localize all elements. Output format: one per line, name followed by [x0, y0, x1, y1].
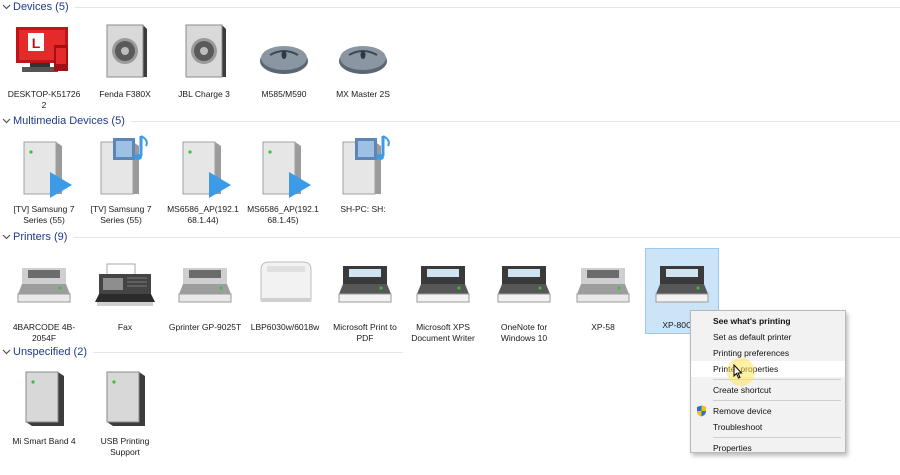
device-fenda[interactable]: Fenda F380X [88, 19, 162, 100]
printer-context-menu: See what's printing Set as default print… [690, 310, 846, 453]
printer-4barcode[interactable]: 4BARCODE 4B-2054F [7, 252, 81, 343]
unspecified-group-title: Unspecified (2) [13, 346, 87, 358]
device-label: SH-PC: SH: [340, 204, 386, 214]
devices-group-header[interactable]: Devices (5) [0, 0, 900, 15]
device-desktop[interactable]: L DESKTOP-K51726 2 [7, 19, 81, 110]
multimedia-group-header[interactable]: Multimedia Devices (5) [0, 113, 900, 129]
printer-icon [492, 252, 556, 316]
device-label: [TV] Samsung 7 Series (55) [13, 204, 75, 225]
device-label: M585/M590 [261, 89, 307, 99]
devices-group-title: Devices (5) [13, 1, 69, 13]
menu-remove-device-label: Remove device [713, 406, 772, 416]
divider [73, 236, 900, 238]
device-label: USB Printing Support [100, 436, 150, 457]
printer-icon [173, 252, 237, 316]
device-label: XP-58 [591, 322, 615, 332]
menu-separator [713, 400, 841, 401]
menu-see-whats-printing[interactable]: See what's printing [691, 313, 845, 329]
menu-printer-properties[interactable]: Printer properties [691, 361, 845, 377]
printer-onenote[interactable]: OneNote for Windows 10 [487, 252, 561, 343]
media-server-icon [12, 134, 76, 198]
media-device-ms6586-45[interactable]: MS6586_AP(192.168.1.45) [246, 134, 320, 225]
media-server-icon [251, 134, 315, 198]
svg-text:L: L [32, 35, 41, 51]
printer-icon [333, 252, 397, 316]
printers-group-title: Printers (9) [13, 231, 68, 243]
chevron-down-icon[interactable] [0, 231, 12, 243]
printer-gprinter[interactable]: Gprinter GP-9025T [168, 252, 242, 333]
device-label: LBP6030w/6018w [250, 322, 320, 332]
printer-ms-xps[interactable]: Microsoft XPS Document Writer [406, 252, 480, 343]
media-renderer-icon [89, 134, 153, 198]
chevron-down-icon[interactable] [0, 115, 12, 127]
mouse-pointer-highlight [727, 358, 755, 386]
device-label: Fax [117, 322, 133, 332]
mouse-icon [252, 19, 316, 83]
multimedia-group-title: Multimedia Devices (5) [13, 115, 125, 127]
device-label: JBL Charge 3 [178, 89, 230, 99]
device-label: MS6586_AP(192.168.1.44) [167, 204, 239, 225]
menu-printing-preferences[interactable]: Printing preferences [691, 345, 845, 361]
printer-icon [12, 252, 76, 316]
media-server-icon [171, 134, 235, 198]
device-label: OneNote for Windows 10 [500, 322, 548, 343]
media-device-samsung-tv-2[interactable]: [TV] Samsung 7 Series (55) [84, 134, 158, 225]
device-label: Gprinter GP-9025T [168, 322, 242, 332]
device-jbl[interactable]: JBL Charge 3 [167, 19, 241, 100]
media-renderer-icon [331, 134, 395, 198]
speaker-icon [172, 19, 236, 83]
menu-remove-device[interactable]: Remove device [691, 403, 845, 419]
menu-separator [713, 437, 841, 438]
menu-properties[interactable]: Properties [691, 440, 845, 456]
device-tower-icon [93, 366, 157, 430]
printer-icon [571, 252, 635, 316]
device-m585[interactable]: M585/M590 [247, 19, 321, 100]
device-label: Mi Smart Band 4 [12, 436, 76, 446]
device-label: Fenda F380X [99, 89, 151, 99]
media-device-samsung-tv-1[interactable]: [TV] Samsung 7 Series (55) [7, 134, 81, 225]
menu-create-shortcut[interactable]: Create shortcut [691, 382, 845, 398]
device-label: Microsoft Print to PDF [333, 322, 397, 343]
unspecified-mi-band[interactable]: Mi Smart Band 4 [7, 366, 81, 447]
mouse-icon [331, 19, 395, 83]
device-label: 4BARCODE 4B-2054F [12, 322, 76, 343]
chevron-down-icon[interactable] [0, 1, 12, 13]
printer-fax[interactable]: Fax [88, 252, 162, 333]
device-label: MX Master 2S [336, 89, 390, 99]
printer-icon [650, 252, 714, 316]
chevron-down-icon[interactable] [0, 346, 12, 358]
menu-set-default-printer[interactable]: Set as default printer [691, 329, 845, 345]
fax-icon [93, 252, 157, 316]
speaker-icon [93, 19, 157, 83]
device-label: DESKTOP-K51726 2 [7, 89, 81, 110]
printers-group-header[interactable]: Printers (9) [0, 229, 900, 245]
unspecified-usb-printing[interactable]: USB Printing Support [88, 366, 162, 457]
device-mx-master[interactable]: MX Master 2S [326, 19, 400, 100]
divider [74, 6, 900, 8]
media-device-sh-pc[interactable]: SH-PC: SH: [326, 134, 400, 215]
computer-icon: L [12, 19, 76, 83]
divider [130, 120, 900, 122]
media-device-ms6586-44[interactable]: MS6586_AP(192.168.1.44) [166, 134, 240, 225]
divider [92, 351, 403, 353]
device-label: Microsoft XPS Document Writer [411, 322, 475, 343]
laser-printer-icon [253, 252, 317, 316]
device-tower-icon [12, 366, 76, 430]
menu-troubleshoot[interactable]: Troubleshoot [691, 419, 845, 435]
device-label: [TV] Samsung 7 Series (55) [90, 204, 152, 225]
printer-icon [411, 252, 475, 316]
printer-xp58[interactable]: XP-58 [566, 252, 640, 333]
printer-ms-pdf[interactable]: Microsoft Print to PDF [328, 252, 402, 343]
cursor-arrow-icon [733, 364, 743, 379]
device-label: MS6586_AP(192.168.1.45) [247, 204, 319, 225]
printer-lbp6030w[interactable]: LBP6030w/6018w [248, 252, 322, 333]
